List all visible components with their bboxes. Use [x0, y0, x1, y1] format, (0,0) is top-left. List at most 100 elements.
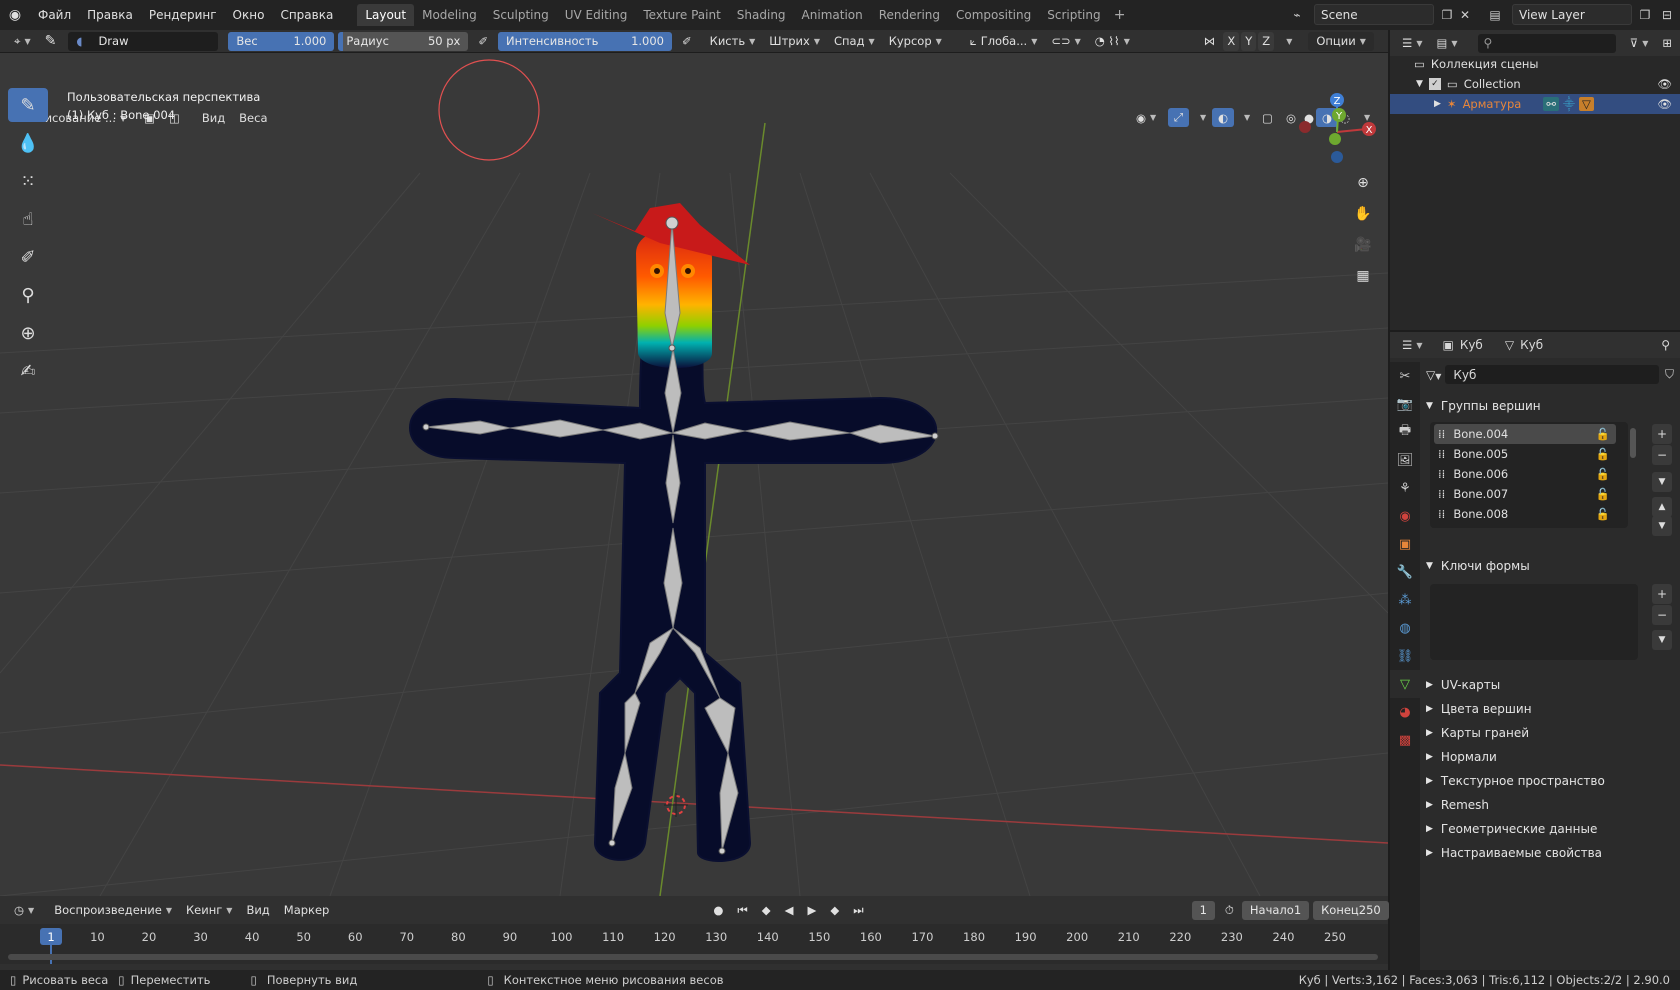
menu-window[interactable]: Окно — [225, 4, 273, 26]
3d-viewport[interactable]: ⊞ Рисование ...▼ ▣ ◫ Вид Веса ◉▼ ⤢ ▼ ◐ ▼… — [0, 53, 1388, 896]
play-icon[interactable]: ▶ — [801, 901, 822, 920]
expand-armature-icon[interactable]: ▶ — [1434, 99, 1441, 109]
armature-visibility-eye-icon[interactable]: 👁 — [1657, 97, 1672, 111]
mirror-icon[interactable]: ⋈ — [1198, 32, 1222, 51]
list-scrollbar[interactable] — [1630, 428, 1636, 458]
render-tab-icon[interactable]: 📷 — [1390, 390, 1420, 418]
stroke-menu[interactable]: Штрих ▼ — [763, 32, 826, 51]
visibility-eye-icon[interactable]: 👁 — [1657, 77, 1672, 91]
armature-row[interactable]: ▶ ✶ Арматура ⚯ ⸎ ▽ 👁 — [1390, 94, 1680, 114]
properties-editor-type-icon[interactable]: ☰ ▼ — [1396, 336, 1428, 355]
view-layer-tab-icon[interactable]: 🖼 — [1390, 446, 1420, 474]
output-tab-icon[interactable]: 🖶 — [1390, 418, 1420, 446]
timeline-view-menu[interactable]: Вид — [240, 901, 275, 920]
falloff-menu[interactable]: Спад ▼ — [828, 32, 881, 51]
navigation-gizmo[interactable]: Z Y X — [1292, 87, 1382, 177]
menu-render[interactable]: Рендеринг — [141, 4, 225, 26]
move-up-button[interactable]: ▲ — [1652, 497, 1672, 517]
vertex-group-row[interactable]: ⁞⁞ Bone.007 🔓 — [1434, 484, 1616, 504]
scene-tab-icon[interactable]: ⚘ — [1390, 474, 1420, 502]
texture-tab-icon[interactable]: ▩ — [1390, 726, 1420, 754]
lock-icon[interactable]: 🔓 — [1596, 447, 1610, 461]
menu-help[interactable]: Справка — [272, 4, 341, 26]
radius-pressure-icon[interactable]: ✐ — [472, 32, 494, 51]
breadcrumb-object[interactable]: Куб — [1460, 338, 1483, 352]
proportional-edit-icon[interactable]: ◔ ⌇⌇ ▼ — [1089, 32, 1136, 51]
fake-user-shield-icon[interactable]: ⛉ — [1665, 367, 1674, 382]
collection-row[interactable]: ▼ ✓ ▭ Collection 👁 — [1390, 74, 1680, 94]
tab-compositing[interactable]: Compositing — [948, 4, 1039, 26]
move-down-button[interactable]: ▼ — [1652, 516, 1672, 536]
shape-key-specials-button[interactable]: ▼ — [1652, 630, 1672, 650]
ortho-grid-icon[interactable]: ▦ — [1350, 263, 1376, 289]
breadcrumb-data[interactable]: Куб — [1520, 338, 1543, 352]
tab-scripting[interactable]: Scripting — [1039, 4, 1108, 26]
current-frame-field[interactable]: 1 — [1191, 900, 1215, 920]
tool-tab-icon[interactable]: ✂ — [1390, 362, 1420, 390]
custom-properties-panel[interactable]: ▶ Настраиваемые свойства — [1426, 841, 1602, 865]
mirror-y-toggle[interactable]: Y — [1241, 31, 1257, 51]
collection-checkbox-icon[interactable]: ✓ — [1428, 78, 1441, 90]
remesh-panel[interactable]: ▶ Remesh — [1426, 793, 1489, 817]
brush-selector[interactable]: ◖ Draw — [68, 31, 219, 51]
mirror-options-chevron-icon[interactable]: ▼ — [1276, 32, 1298, 51]
marker-menu[interactable]: Маркер — [278, 901, 336, 920]
jump-start-icon[interactable]: ⏮ — [731, 901, 753, 920]
orientation-menu[interactable]: ⟀ Глоба... ▼ — [964, 32, 1044, 51]
zoom-icon[interactable]: ⊕ — [1350, 170, 1376, 196]
physics-tab-icon[interactable]: ◍ — [1390, 614, 1420, 642]
mirror-x-toggle[interactable]: X — [1223, 31, 1240, 51]
annotate-tool-icon[interactable]: ✍ — [8, 354, 48, 388]
prev-keyframe-icon[interactable]: ◆ — [756, 901, 777, 920]
geometry-data-panel[interactable]: ▶ Геометрические данные — [1426, 817, 1597, 841]
vertex-group-row[interactable]: ⁞⁞ Bone.005 🔓 — [1434, 444, 1616, 464]
cursor-menu[interactable]: Курсор ▼ — [883, 32, 948, 51]
vertex-groups-panel-header[interactable]: ▼ Группы вершин — [1426, 394, 1541, 418]
world-tab-icon[interactable]: ◉ — [1390, 502, 1420, 530]
mirror-z-toggle[interactable]: Z — [1258, 31, 1275, 51]
scene-selector-icon[interactable]: ⌁ — [1286, 5, 1308, 25]
blur-tool-icon[interactable]: 💧 — [8, 126, 48, 160]
new-collection-icon[interactable]: ⊞ — [1656, 34, 1678, 53]
scene-collection-row[interactable]: ▭ Коллекция сцены — [1390, 54, 1680, 74]
visibility-selector-icon[interactable]: ◉ ▼ — [1130, 108, 1162, 127]
average-tool-icon[interactable]: ⁙ — [8, 164, 48, 198]
play-reverse-icon[interactable]: ◀ — [779, 901, 800, 920]
modifier-tab-icon[interactable]: 🔧 — [1390, 558, 1420, 586]
start-frame-field[interactable]: Начало 1 — [1241, 900, 1310, 920]
timeline-ruler[interactable]: 1 10 20 30 40 50 60 70 80 90 100 110 120 130 140 150 160… — [0, 924, 1388, 964]
menu-edit[interactable]: Правка — [79, 4, 141, 26]
outliner-editor-type-icon[interactable]: ☰ ▼ — [1396, 34, 1428, 53]
overlays-toggle-icon[interactable]: ◐ — [1212, 108, 1235, 127]
normals-panel[interactable]: ▶ Нормали — [1426, 745, 1497, 769]
menu-file[interactable]: Файл — [30, 4, 79, 26]
record-icon[interactable]: ● — [707, 901, 729, 920]
brush-icon[interactable]: ✎ — [39, 32, 63, 51]
add-vertex-group-button[interactable]: + — [1652, 424, 1672, 444]
uv-maps-panel[interactable]: ▶ UV-карты — [1426, 673, 1500, 697]
tab-rendering[interactable]: Rendering — [871, 4, 948, 26]
next-keyframe-icon[interactable]: ◆ — [824, 901, 845, 920]
tab-texture-paint[interactable]: Texture Paint — [635, 4, 728, 26]
xray-icon[interactable]: ▢ — [1256, 108, 1279, 127]
face-maps-panel[interactable]: ▶ Карты граней — [1426, 721, 1529, 745]
filter-icon[interactable]: ⊽ ▼ — [1624, 34, 1655, 53]
timeline-editor-type-icon[interactable]: ◷ ▼ — [8, 901, 40, 920]
lock-icon[interactable]: 🔓 — [1596, 507, 1610, 521]
outliner-search-input[interactable]: ⚲ — [1477, 33, 1616, 53]
pan-hand-icon[interactable]: ✋ — [1350, 201, 1376, 227]
tab-uv-editing[interactable]: UV Editing — [557, 4, 636, 26]
blender-logo-icon[interactable]: ◉ — [0, 4, 30, 26]
playback-menu[interactable]: Воспроизведение ▼ — [48, 901, 178, 920]
vertex-group-specials-button[interactable]: ▼ — [1652, 472, 1672, 492]
editor-type-button[interactable]: ⌖ ▼ — [8, 32, 37, 51]
tab-animation[interactable]: Animation — [794, 4, 871, 26]
lock-icon[interactable]: 🔓 — [1596, 487, 1610, 501]
radius-slider[interactable]: Радиус 50 px — [338, 31, 469, 51]
texture-space-panel[interactable]: ▶ Текстурное пространство — [1426, 769, 1605, 793]
mesh-name-field[interactable]: Куб — [1445, 365, 1659, 384]
remove-shape-key-button[interactable]: − — [1652, 605, 1672, 625]
add-workspace-icon[interactable]: + — [1109, 4, 1131, 26]
pin-icon[interactable]: ⚲ — [1661, 338, 1670, 352]
draw-tool-icon[interactable]: ✎ — [8, 88, 48, 122]
